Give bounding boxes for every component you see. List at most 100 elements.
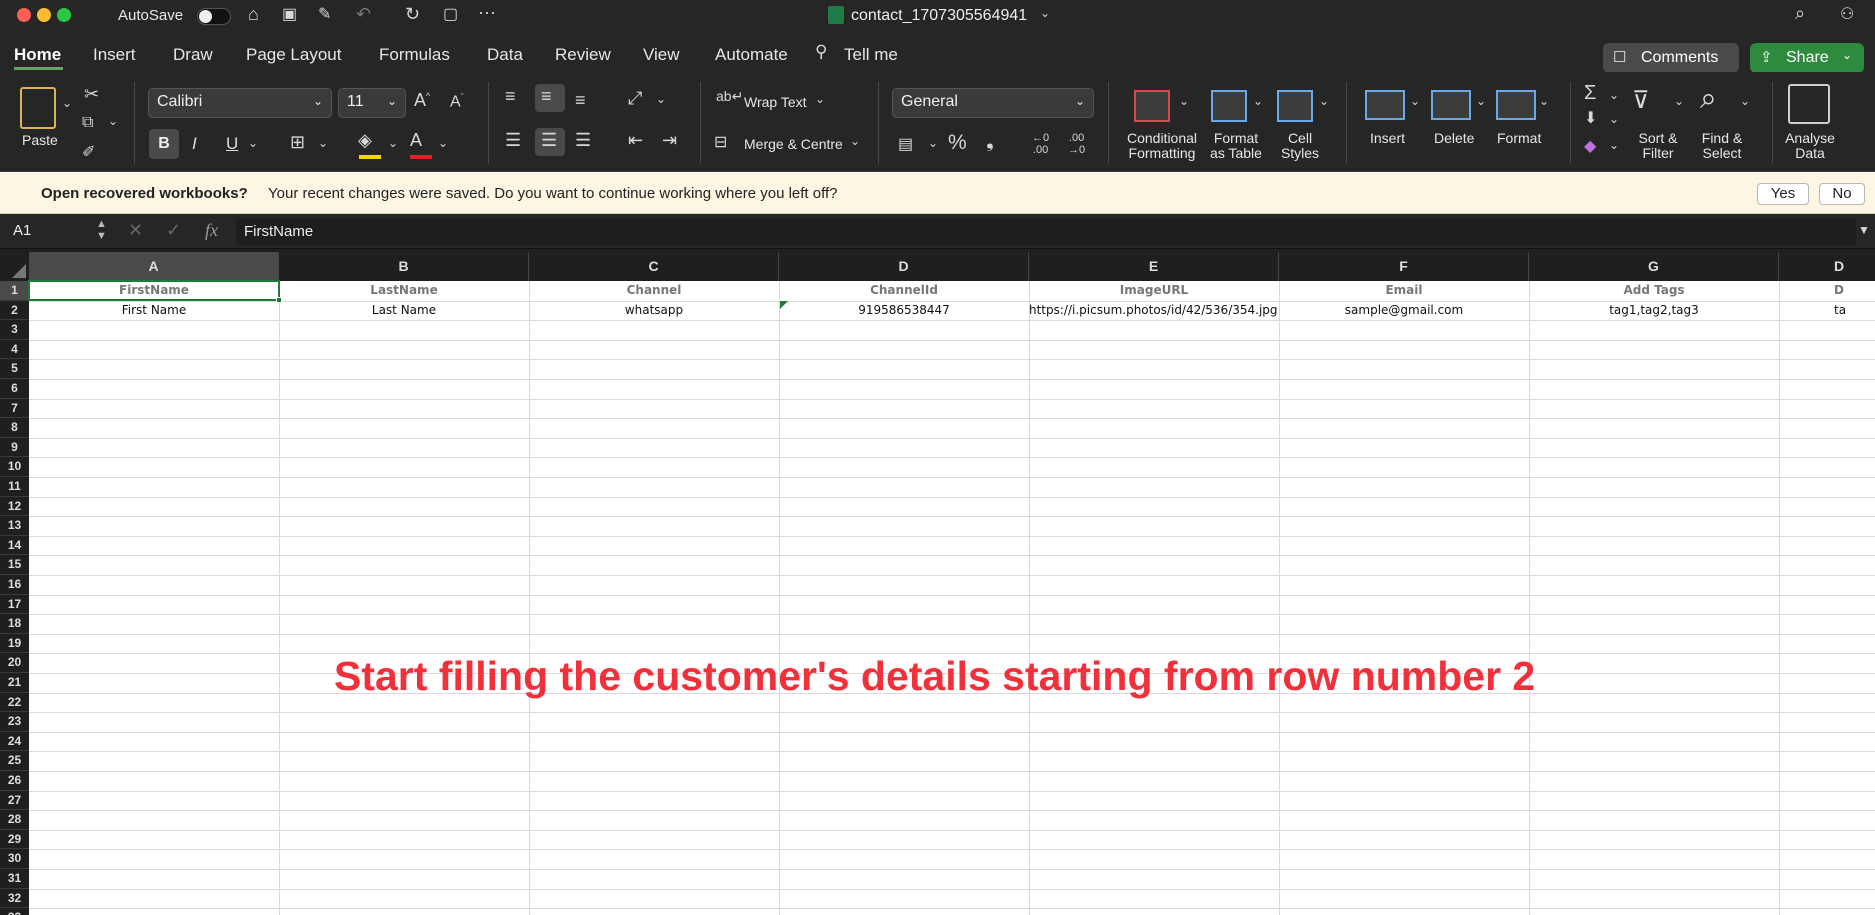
search-icon[interactable]: ⌕ xyxy=(1795,3,1805,24)
chevron-down-icon[interactable]: ⌄ xyxy=(438,136,448,150)
zoom-window-button[interactable] xyxy=(57,8,71,22)
redo-icon[interactable]: ↻ xyxy=(405,4,420,25)
close-window-button[interactable] xyxy=(17,8,31,22)
row-header-12[interactable]: 12 xyxy=(0,496,29,517)
chevron-down-icon[interactable]: ⌄ xyxy=(1539,94,1549,108)
merge-centre-icon[interactable]: ⊟ xyxy=(714,132,727,152)
chevron-down-icon[interactable]: ⌄ xyxy=(1609,112,1619,126)
increase-decimal-icon[interactable]: ←0.00 xyxy=(1032,132,1049,156)
row-header-19[interactable]: 19 xyxy=(0,633,29,654)
chevron-down-icon[interactable]: ⌄ xyxy=(1410,94,1420,108)
formula-input[interactable]: FirstName xyxy=(236,218,1856,245)
decrease-decimal-icon[interactable]: .00 →0 xyxy=(1068,132,1085,156)
column-header-D[interactable]: D xyxy=(779,252,1029,281)
cancel-icon[interactable]: ✕ xyxy=(128,220,143,241)
chevron-down-icon[interactable]: ⌄ xyxy=(815,92,825,106)
chevron-down-icon[interactable]: ⌄ xyxy=(850,134,860,148)
align-middle-button[interactable]: ≡ xyxy=(535,84,565,112)
delete-cells-label[interactable]: Delete xyxy=(1434,131,1474,146)
align-left-icon[interactable]: ☰ xyxy=(505,130,521,151)
cell-F2[interactable]: sample@gmail.com xyxy=(1279,301,1529,320)
cut-icon[interactable]: ✂ xyxy=(84,84,99,105)
accounting-format-icon[interactable]: ▤ xyxy=(898,134,913,154)
home-icon[interactable]: ⌂ xyxy=(248,4,259,25)
name-box[interactable]: A1 ▲ ▼ xyxy=(4,218,108,244)
chevron-down-icon[interactable]: ⌄ xyxy=(62,96,72,110)
cell-B2[interactable]: Last Name xyxy=(279,301,529,320)
tab-review[interactable]: Review xyxy=(555,45,611,65)
row-header-5[interactable]: 5 xyxy=(0,359,29,379)
tab-home[interactable]: Home xyxy=(14,45,61,65)
share-people-icon[interactable]: ⚇ xyxy=(1840,4,1854,24)
cell-A2[interactable]: First Name xyxy=(29,301,279,320)
tab-insert[interactable]: Insert xyxy=(93,45,136,65)
align-right-icon[interactable]: ☰ xyxy=(575,130,591,151)
decrease-font-icon[interactable]: Aˇ xyxy=(450,92,464,111)
row-header-25[interactable]: 25 xyxy=(0,751,29,771)
format-as-table-icon[interactable] xyxy=(1211,90,1247,122)
chevron-down-icon[interactable]: ⌄ xyxy=(928,136,938,150)
no-button[interactable]: No xyxy=(1819,183,1865,205)
align-center-button[interactable]: ☰ xyxy=(535,128,565,156)
align-bottom-icon[interactable]: ≡ xyxy=(575,90,586,111)
chevron-down-icon[interactable]: ⌄ xyxy=(1674,94,1684,108)
bold-button[interactable]: B xyxy=(149,129,179,159)
row-header-8[interactable]: 8 xyxy=(0,418,29,438)
tab-tell-me[interactable]: Tell me xyxy=(844,45,898,65)
column-header-G[interactable]: G xyxy=(1529,252,1779,281)
row-header-26[interactable]: 26 xyxy=(0,771,29,791)
chevron-down-icon[interactable]: ⌄ xyxy=(1179,94,1189,108)
row-header-22[interactable]: 22 xyxy=(0,692,29,713)
row-header-28[interactable]: 28 xyxy=(0,810,29,830)
save-as-icon[interactable]: ✎ xyxy=(318,4,331,24)
find-select-icon[interactable]: ⌕ xyxy=(1700,82,1717,116)
comma-style-icon[interactable]: ❟ xyxy=(986,130,994,153)
font-name-select[interactable]: Calibri ⌄ xyxy=(148,88,332,118)
chevron-down-icon[interactable]: ⌄ xyxy=(1319,94,1329,108)
row-header-16[interactable]: 16 xyxy=(0,575,29,595)
decrease-indent-icon[interactable]: ⇤ xyxy=(628,130,643,151)
format-painter-icon[interactable]: ✐ xyxy=(82,142,95,162)
copy-icon[interactable]: ⧉ xyxy=(82,114,93,132)
column-header-H[interactable]: D xyxy=(1779,252,1875,281)
share-button[interactable]: ⇪ Share ⌄ xyxy=(1750,43,1864,73)
tab-view[interactable]: View xyxy=(643,45,680,65)
conditional-formatting-icon[interactable] xyxy=(1134,90,1170,122)
comments-button[interactable]: ☐ Comments xyxy=(1603,43,1739,73)
row-header-17[interactable]: 17 xyxy=(0,594,29,615)
paste-icon[interactable] xyxy=(20,87,56,129)
row-header-15[interactable]: 15 xyxy=(0,555,29,575)
row-header-30[interactable]: 30 xyxy=(0,849,29,869)
chevron-down-icon[interactable]: ⌄ xyxy=(1609,88,1619,102)
spreadsheet-grid[interactable]: A B C D E F G D 1 2 3 4 5 6 7 8 9 10 11 12 13 14 15 16 1… xyxy=(0,249,1875,915)
italic-button[interactable]: I xyxy=(192,134,197,154)
error-indicator-icon[interactable] xyxy=(780,301,788,309)
fill-icon[interactable]: ⬇ xyxy=(1584,108,1597,128)
row-header-1[interactable]: 1 xyxy=(0,281,29,301)
format-cells-icon[interactable] xyxy=(1496,90,1536,120)
cell-G1[interactable]: Add Tags xyxy=(1529,281,1779,300)
chevron-down-icon[interactable]: ⌄ xyxy=(318,136,328,150)
row-header-2[interactable]: 2 xyxy=(0,300,29,321)
cell-H2[interactable]: ta xyxy=(1779,301,1875,320)
clear-icon[interactable]: ◆ xyxy=(1584,136,1596,156)
merge-centre-button[interactable]: Merge & Centre xyxy=(744,137,843,152)
cell-styles-icon[interactable] xyxy=(1277,90,1313,122)
chevron-down-icon[interactable]: ⌄ xyxy=(1253,94,1263,108)
cell-B1[interactable]: LastName xyxy=(279,281,529,300)
cell-E1[interactable]: ImageURL xyxy=(1029,281,1279,300)
cell-D2[interactable]: 919586538447 xyxy=(779,301,1029,320)
cell-styles-label[interactable]: Cell Styles xyxy=(1280,131,1320,161)
tab-formulas[interactable]: Formulas xyxy=(379,45,450,65)
row-header-4[interactable]: 4 xyxy=(0,339,29,360)
insert-cells-icon[interactable] xyxy=(1365,90,1405,120)
tab-page-layout[interactable]: Page Layout xyxy=(246,45,341,65)
delete-cells-icon[interactable] xyxy=(1431,90,1471,120)
row-header-9[interactable]: 9 xyxy=(0,437,29,458)
chevron-down-icon[interactable]: ⌄ xyxy=(1609,138,1619,152)
column-header-A[interactable]: A xyxy=(29,252,279,281)
select-all-corner[interactable] xyxy=(0,252,29,281)
new-document-icon[interactable]: ▢ xyxy=(443,4,458,24)
analyse-data-icon[interactable] xyxy=(1788,84,1830,124)
fill-color-icon[interactable]: ◈ xyxy=(358,130,372,151)
